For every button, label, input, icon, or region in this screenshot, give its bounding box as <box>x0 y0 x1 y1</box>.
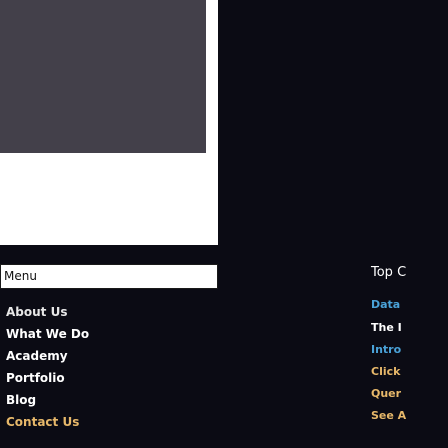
nav-item-about-us[interactable]: About Us <box>6 301 89 323</box>
menu-toggle[interactable]: Menu <box>0 264 218 289</box>
right-link-the[interactable]: The I <box>371 321 402 334</box>
preview-card <box>0 0 218 245</box>
nav-item-academy[interactable]: Academy <box>6 345 89 367</box>
right-column-title: Top C <box>371 265 407 280</box>
right-link-intro[interactable]: Intro <box>371 343 401 356</box>
right-link-data[interactable]: Data <box>371 298 400 311</box>
right-column: Top C Data The I Intro Click Quer See A <box>368 264 448 448</box>
nav-item-blog[interactable]: Blog <box>6 389 89 411</box>
nav-item-what-we-do[interactable]: What We Do <box>6 323 89 345</box>
nav-item-contact-us[interactable]: Contact Us <box>6 411 89 433</box>
nav-menu: About Us What We Do Academy Portfolio Bl… <box>6 301 89 433</box>
nav-item-portfolio[interactable]: Portfolio <box>6 367 89 389</box>
right-link-click[interactable]: Click <box>371 365 400 378</box>
preview-hero-image <box>0 0 206 153</box>
right-link-quer[interactable]: Quer <box>371 387 401 400</box>
right-link-see[interactable]: See A <box>371 409 406 422</box>
menu-toggle-label: Menu <box>4 269 37 283</box>
